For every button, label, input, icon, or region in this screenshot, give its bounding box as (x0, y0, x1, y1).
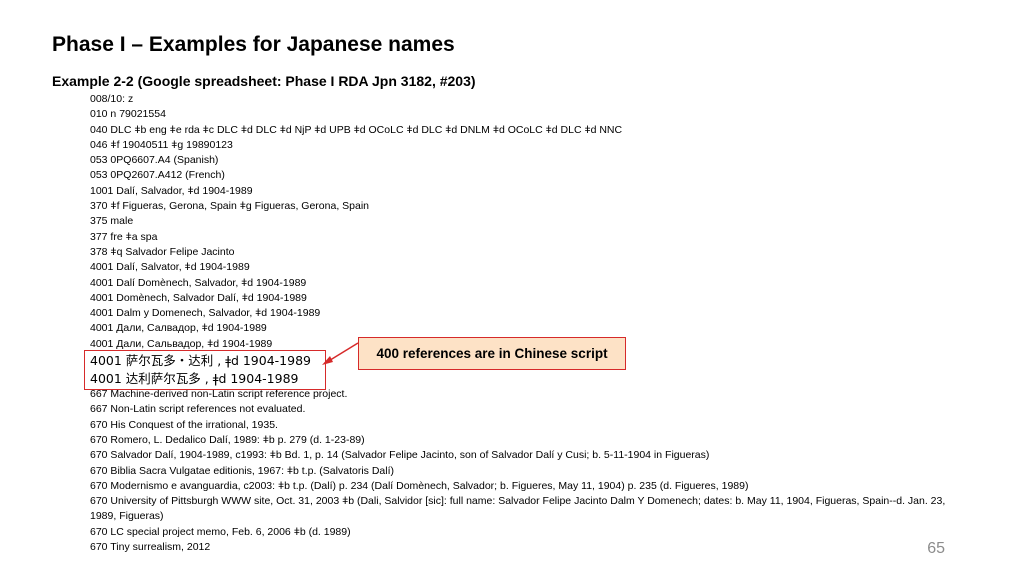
record-line-670: 670 Salvador Dalí, 1904-1989, c1993: ǂb … (90, 449, 710, 462)
record-line-375: 375 male (90, 215, 134, 228)
record-line-670: 670 Biblia Sacra Vulgatae editionis, 196… (90, 464, 394, 477)
record-line-040: 040 DLC ǂb eng ǂe rda ǂc DLC ǂd DLC ǂd N… (90, 123, 623, 136)
record-line-667: 667 Non-Latin script references not eval… (90, 403, 306, 416)
record-line-100: 1001 Dalí, Salvador, ǂd 1904-1989 (90, 184, 253, 197)
marc-record: 008/10: z 010 n 79021554 040 DLC ǂb eng … (90, 92, 950, 555)
record-line-046: 046 ǂf 19040511 ǂg 19890123 (90, 138, 233, 151)
record-line-400: 4001 Dalí, Salvator, ǂd 1904-1989 (90, 261, 250, 274)
record-line-400-cyrillic: 4001 Дали, Салвадор, ǂd 1904-1989 (90, 322, 267, 335)
record-line-670: 670 University of Pittsburgh WWW site, O… (90, 495, 946, 523)
chinese-script-highlight-box (84, 350, 326, 390)
record-line-370: 370 ǂf Figueras, Gerona, Spain ǂg Figuer… (90, 200, 370, 213)
record-line-400: 4001 Domènech, Salvador Dalí, ǂd 1904-19… (90, 291, 307, 304)
record-line-053-french: 053 0PQ2607.A412 (French) (90, 169, 225, 182)
example-subtitle: Example 2-2 (Google spreadsheet: Phase I… (52, 73, 476, 89)
record-line-400: 4001 Dalm y Domenech, Salvador, ǂd 1904-… (90, 307, 321, 320)
record-line-377: 377 fre ǂa spa (90, 230, 158, 243)
chinese-script-callout: 400 references are in Chinese script (358, 337, 626, 370)
record-line-008: 008/10: z (90, 93, 134, 105)
record-line-378: 378 ǂq Salvador Felipe Jacinto (90, 245, 235, 258)
record-line-670: 670 Modernismo e avanguardia, c2003: ǂb … (90, 479, 749, 492)
record-line-010: 010 n 79021554 (90, 108, 166, 121)
record-line-400: 4001 Dalí Domènech, Salvador, ǂd 1904-19… (90, 276, 307, 289)
record-line-670: 670 LC special project memo, Feb. 6, 200… (90, 525, 351, 538)
page-number: 65 (927, 540, 945, 557)
record-line-670: 670 Romero, L. Dedalico Dalí, 1989: ǂb p… (90, 433, 365, 446)
record-line-053-spanish: 053 0PQ6607.A4 (Spanish) (90, 154, 219, 167)
record-line-670: 670 His Conquest of the irrational, 1935… (90, 418, 278, 431)
record-line-670: 670 Tiny surrealism, 2012 (90, 541, 211, 554)
slide-title: Phase I – Examples for Japanese names (52, 33, 455, 56)
